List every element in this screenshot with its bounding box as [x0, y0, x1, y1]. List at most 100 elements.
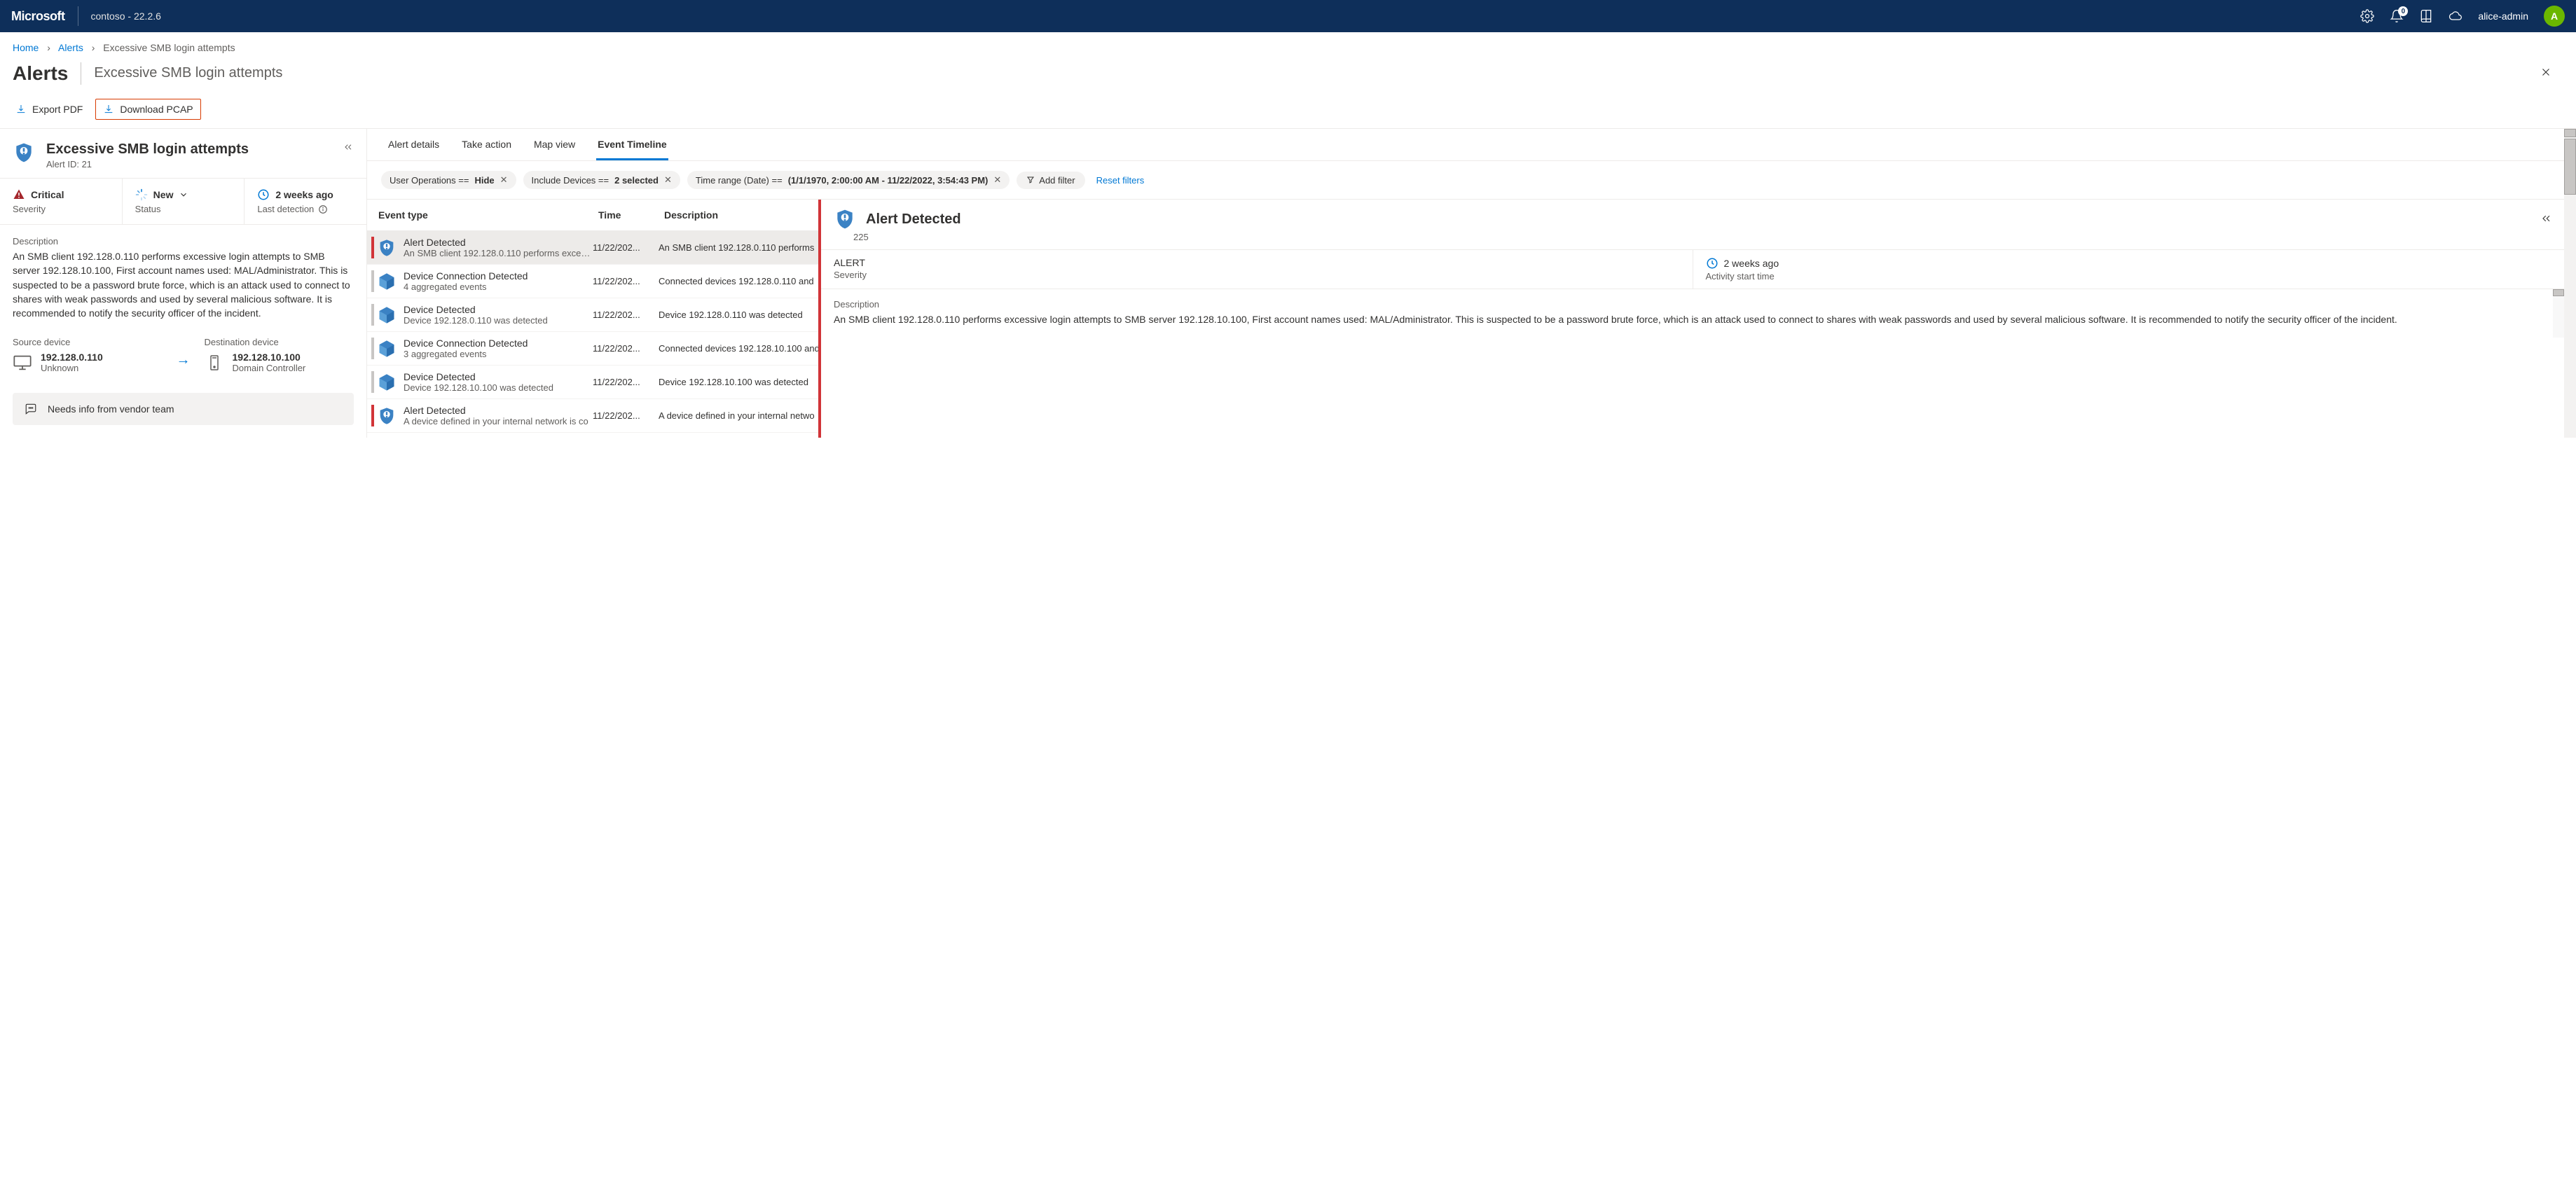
alert-header: Excessive SMB login attempts Alert ID: 2…	[0, 129, 366, 178]
table-row[interactable]: Device Detected Device 192.128.10.100 was…	[367, 366, 818, 399]
page-title: Alerts	[13, 62, 68, 85]
row-main: Alert DetectedA device defined in your i…	[404, 405, 593, 426]
destination-label: Destination device	[205, 337, 354, 347]
filter-time-range[interactable]: Time range (Date) == (1/1/1970, 2:00:00 …	[687, 171, 1010, 189]
row-time: 11/22/202...	[593, 276, 659, 286]
filter-user-operations[interactable]: User Operations == Hide ✕	[381, 171, 516, 189]
alert-header-text: Excessive SMB login attempts Alert ID: 2…	[46, 141, 249, 169]
collapse-icon[interactable]	[343, 141, 354, 155]
row-main: Device Connection Detected3 aggregated e…	[404, 338, 593, 359]
table-header: Event type Time Description	[367, 200, 818, 231]
filter-icon	[1026, 176, 1035, 184]
info-icon[interactable]	[318, 204, 328, 214]
status-row: Critical Severity New Status 2 weeks ago	[0, 178, 366, 225]
cloud-icon[interactable]	[2448, 9, 2463, 23]
export-pdf-button[interactable]: Export PDF	[8, 99, 90, 119]
brand-logo: Microsoft	[11, 9, 65, 24]
row-main: Device DetectedDevice 192.128.0.110 was …	[404, 304, 593, 326]
table-row[interactable]: Device Connection Detected3 aggregated e…	[367, 332, 818, 366]
clock-icon	[1706, 257, 1719, 270]
row-main: Alert DetectedAn SMB client 192.128.0.11…	[404, 237, 593, 258]
row-title: Device Detected	[404, 371, 593, 382]
cube-icon	[377, 305, 397, 325]
chevron-right-icon: ›	[47, 42, 50, 53]
avatar[interactable]: A	[2544, 6, 2565, 27]
table-row[interactable]: Device Connection Detected4 aggregated e…	[367, 265, 818, 298]
table-row[interactable]: Alert DetectedA device defined in your i…	[367, 399, 818, 433]
close-icon[interactable]: ✕	[664, 174, 672, 186]
breadcrumb-home[interactable]: Home	[13, 42, 39, 53]
notification-badge: 0	[2398, 6, 2408, 16]
row-title: Device Detected	[404, 304, 593, 315]
row-time: 11/22/202...	[593, 242, 659, 253]
row-title: Device Connection Detected	[404, 270, 593, 282]
severity-value: Critical	[31, 189, 64, 200]
filter-include-devices[interactable]: Include Devices == 2 selected ✕	[523, 171, 680, 189]
row-main: Device DetectedDevice 192.128.10.100 was…	[404, 371, 593, 393]
row-subtitle: Device 192.128.0.110 was detected	[404, 315, 593, 326]
chevron-right-icon: ›	[92, 42, 95, 53]
description-label: Description	[13, 236, 354, 247]
header-description[interactable]: Description	[664, 209, 807, 221]
source-device[interactable]: Source device 192.128.0.110 Unknown	[13, 337, 163, 373]
close-icon[interactable]: ✕	[500, 174, 508, 186]
severity-stripe	[371, 371, 374, 393]
detail-body: Description An SMB client 192.128.0.110 …	[821, 289, 2564, 338]
expand-icon[interactable]	[2539, 212, 2551, 227]
filters: User Operations == Hide ✕ Include Device…	[367, 161, 2576, 200]
row-time: 11/22/202...	[593, 343, 659, 354]
destination-device[interactable]: Destination device 192.128.10.100 Domain…	[205, 337, 354, 373]
add-filter-button[interactable]: Add filter	[1017, 172, 1084, 189]
cube-icon	[377, 272, 397, 291]
tab-map[interactable]: Map view	[532, 139, 577, 160]
severity-stripe	[371, 405, 374, 426]
description-section: Description An SMB client 192.128.0.110 …	[0, 225, 366, 331]
spinner-icon	[135, 188, 148, 201]
severity-cell: Critical Severity	[0, 179, 123, 224]
row-description: Device 192.128.10.100 was detected	[659, 377, 818, 387]
detail-severity-label: Severity	[834, 270, 1680, 280]
note-banner[interactable]: Needs info from vendor team	[13, 393, 354, 425]
download-pcap-button[interactable]: Download PCAP	[95, 99, 200, 120]
chevron-down-icon[interactable]	[179, 190, 188, 200]
description-text: An SMB client 192.128.0.110 performs exc…	[13, 249, 354, 320]
scrollbar[interactable]	[2553, 289, 2564, 338]
severity-stripe	[371, 304, 374, 326]
detail-description-label: Description	[834, 299, 2551, 310]
note-text: Needs info from vendor team	[48, 403, 174, 415]
row-main: Device Connection Detected4 aggregated e…	[404, 270, 593, 292]
breadcrumb-alerts[interactable]: Alerts	[58, 42, 83, 53]
server-icon	[205, 354, 224, 371]
scrollbar[interactable]	[2564, 129, 2576, 438]
tab-timeline[interactable]: Event Timeline	[596, 139, 668, 160]
row-time: 11/22/202...	[593, 410, 659, 421]
book-icon[interactable]	[2419, 9, 2433, 23]
download-pcap-label: Download PCAP	[120, 104, 193, 115]
tab-details[interactable]: Alert details	[387, 139, 441, 160]
tenant-name: contoso - 22.2.6	[91, 11, 161, 22]
status-label: Status	[135, 204, 232, 214]
devices-row: Source device 192.128.0.110 Unknown → De…	[0, 331, 366, 387]
status-cell[interactable]: New Status	[123, 179, 245, 224]
shield-icon	[13, 141, 35, 164]
table-row[interactable]: Device DetectedDevice 192.128.0.110 was …	[367, 298, 818, 332]
close-icon[interactable]: ✕	[993, 174, 1001, 186]
gear-icon[interactable]	[2360, 9, 2374, 23]
table-row[interactable]: Alert DetectedAn SMB client 192.128.0.11…	[367, 231, 818, 265]
reset-filters-link[interactable]: Reset filters	[1092, 175, 1145, 186]
header-time[interactable]: Time	[598, 209, 664, 221]
close-icon[interactable]	[2535, 62, 2556, 85]
page-subtitle: Excessive SMB login attempts	[94, 65, 282, 81]
breadcrumb: Home › Alerts › Excessive SMB login atte…	[0, 32, 2576, 60]
user-name[interactable]: alice-admin	[2478, 11, 2528, 22]
row-subtitle: 3 aggregated events	[404, 349, 593, 359]
bell-icon[interactable]: 0	[2390, 9, 2404, 23]
cube-icon	[377, 339, 397, 359]
comment-icon	[24, 403, 38, 415]
header-event-type[interactable]: Event type	[378, 209, 598, 221]
row-description: Connected devices 192.128.10.100 and	[659, 343, 818, 354]
shield-icon	[377, 406, 397, 426]
tab-action[interactable]: Take action	[460, 139, 513, 160]
severity-label: Severity	[13, 204, 109, 214]
severity-stripe	[371, 338, 374, 359]
